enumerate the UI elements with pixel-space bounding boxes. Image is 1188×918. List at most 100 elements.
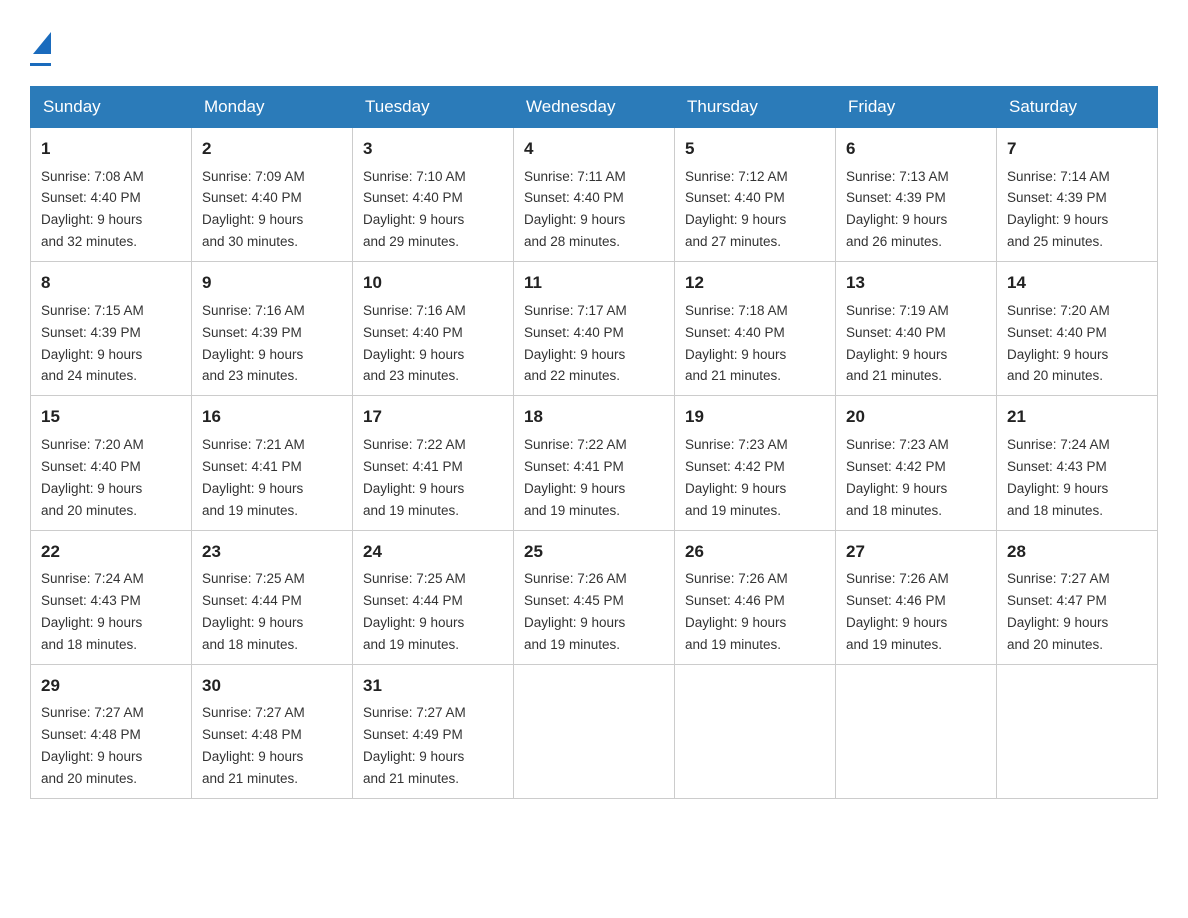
calendar-week-row: 29 Sunrise: 7:27 AMSunset: 4:48 PMDaylig… xyxy=(31,664,1158,798)
day-info: Sunrise: 7:16 AMSunset: 4:39 PMDaylight:… xyxy=(202,303,305,384)
calendar-day-cell: 29 Sunrise: 7:27 AMSunset: 4:48 PMDaylig… xyxy=(31,664,192,798)
day-number: 28 xyxy=(1007,539,1147,565)
calendar-day-cell: 30 Sunrise: 7:27 AMSunset: 4:48 PMDaylig… xyxy=(192,664,353,798)
calendar-day-cell: 8 Sunrise: 7:15 AMSunset: 4:39 PMDayligh… xyxy=(31,262,192,396)
day-number: 2 xyxy=(202,136,342,162)
day-number: 31 xyxy=(363,673,503,699)
day-number: 20 xyxy=(846,404,986,430)
day-info: Sunrise: 7:27 AMSunset: 4:48 PMDaylight:… xyxy=(202,705,305,786)
day-info: Sunrise: 7:08 AMSunset: 4:40 PMDaylight:… xyxy=(41,169,144,250)
logo xyxy=(30,30,51,66)
calendar-day-cell: 26 Sunrise: 7:26 AMSunset: 4:46 PMDaylig… xyxy=(675,530,836,664)
day-info: Sunrise: 7:12 AMSunset: 4:40 PMDaylight:… xyxy=(685,169,788,250)
day-info: Sunrise: 7:24 AMSunset: 4:43 PMDaylight:… xyxy=(1007,437,1110,518)
calendar-day-cell xyxy=(514,664,675,798)
calendar-day-cell: 3 Sunrise: 7:10 AMSunset: 4:40 PMDayligh… xyxy=(353,128,514,262)
day-number: 23 xyxy=(202,539,342,565)
calendar-table: SundayMondayTuesdayWednesdayThursdayFrid… xyxy=(30,86,1158,799)
day-number: 22 xyxy=(41,539,181,565)
day-info: Sunrise: 7:13 AMSunset: 4:39 PMDaylight:… xyxy=(846,169,949,250)
calendar-day-cell: 1 Sunrise: 7:08 AMSunset: 4:40 PMDayligh… xyxy=(31,128,192,262)
day-of-week-header: Tuesday xyxy=(353,87,514,128)
header xyxy=(30,30,1158,66)
calendar-week-row: 1 Sunrise: 7:08 AMSunset: 4:40 PMDayligh… xyxy=(31,128,1158,262)
calendar-day-cell: 15 Sunrise: 7:20 AMSunset: 4:40 PMDaylig… xyxy=(31,396,192,530)
logo-triangle-icon xyxy=(33,30,51,54)
day-number: 17 xyxy=(363,404,503,430)
day-number: 24 xyxy=(363,539,503,565)
day-number: 19 xyxy=(685,404,825,430)
day-info: Sunrise: 7:27 AMSunset: 4:47 PMDaylight:… xyxy=(1007,571,1110,652)
calendar-day-cell: 14 Sunrise: 7:20 AMSunset: 4:40 PMDaylig… xyxy=(997,262,1158,396)
day-info: Sunrise: 7:22 AMSunset: 4:41 PMDaylight:… xyxy=(524,437,627,518)
calendar-body: 1 Sunrise: 7:08 AMSunset: 4:40 PMDayligh… xyxy=(31,128,1158,799)
day-header-row: SundayMondayTuesdayWednesdayThursdayFrid… xyxy=(31,87,1158,128)
calendar-week-row: 15 Sunrise: 7:20 AMSunset: 4:40 PMDaylig… xyxy=(31,396,1158,530)
day-number: 3 xyxy=(363,136,503,162)
calendar-day-cell: 7 Sunrise: 7:14 AMSunset: 4:39 PMDayligh… xyxy=(997,128,1158,262)
day-number: 5 xyxy=(685,136,825,162)
calendar-day-cell: 12 Sunrise: 7:18 AMSunset: 4:40 PMDaylig… xyxy=(675,262,836,396)
day-number: 29 xyxy=(41,673,181,699)
day-info: Sunrise: 7:25 AMSunset: 4:44 PMDaylight:… xyxy=(202,571,305,652)
calendar-day-cell xyxy=(997,664,1158,798)
day-number: 1 xyxy=(41,136,181,162)
day-info: Sunrise: 7:17 AMSunset: 4:40 PMDaylight:… xyxy=(524,303,627,384)
day-number: 15 xyxy=(41,404,181,430)
day-info: Sunrise: 7:24 AMSunset: 4:43 PMDaylight:… xyxy=(41,571,144,652)
day-number: 8 xyxy=(41,270,181,296)
calendar-day-cell: 21 Sunrise: 7:24 AMSunset: 4:43 PMDaylig… xyxy=(997,396,1158,530)
day-of-week-header: Friday xyxy=(836,87,997,128)
day-number: 14 xyxy=(1007,270,1147,296)
day-number: 21 xyxy=(1007,404,1147,430)
day-info: Sunrise: 7:14 AMSunset: 4:39 PMDaylight:… xyxy=(1007,169,1110,250)
day-number: 27 xyxy=(846,539,986,565)
calendar-week-row: 8 Sunrise: 7:15 AMSunset: 4:39 PMDayligh… xyxy=(31,262,1158,396)
day-info: Sunrise: 7:25 AMSunset: 4:44 PMDaylight:… xyxy=(363,571,466,652)
calendar-header: SundayMondayTuesdayWednesdayThursdayFrid… xyxy=(31,87,1158,128)
calendar-day-cell: 11 Sunrise: 7:17 AMSunset: 4:40 PMDaylig… xyxy=(514,262,675,396)
day-info: Sunrise: 7:16 AMSunset: 4:40 PMDaylight:… xyxy=(363,303,466,384)
day-info: Sunrise: 7:09 AMSunset: 4:40 PMDaylight:… xyxy=(202,169,305,250)
day-info: Sunrise: 7:20 AMSunset: 4:40 PMDaylight:… xyxy=(41,437,144,518)
day-info: Sunrise: 7:23 AMSunset: 4:42 PMDaylight:… xyxy=(685,437,788,518)
day-info: Sunrise: 7:27 AMSunset: 4:48 PMDaylight:… xyxy=(41,705,144,786)
day-info: Sunrise: 7:15 AMSunset: 4:39 PMDaylight:… xyxy=(41,303,144,384)
day-info: Sunrise: 7:26 AMSunset: 4:46 PMDaylight:… xyxy=(685,571,788,652)
calendar-day-cell: 10 Sunrise: 7:16 AMSunset: 4:40 PMDaylig… xyxy=(353,262,514,396)
day-info: Sunrise: 7:10 AMSunset: 4:40 PMDaylight:… xyxy=(363,169,466,250)
calendar-day-cell: 2 Sunrise: 7:09 AMSunset: 4:40 PMDayligh… xyxy=(192,128,353,262)
day-number: 11 xyxy=(524,270,664,296)
calendar-day-cell: 13 Sunrise: 7:19 AMSunset: 4:40 PMDaylig… xyxy=(836,262,997,396)
calendar-day-cell xyxy=(675,664,836,798)
day-info: Sunrise: 7:26 AMSunset: 4:45 PMDaylight:… xyxy=(524,571,627,652)
day-info: Sunrise: 7:22 AMSunset: 4:41 PMDaylight:… xyxy=(363,437,466,518)
day-info: Sunrise: 7:11 AMSunset: 4:40 PMDaylight:… xyxy=(524,169,626,250)
calendar-day-cell: 5 Sunrise: 7:12 AMSunset: 4:40 PMDayligh… xyxy=(675,128,836,262)
day-info: Sunrise: 7:20 AMSunset: 4:40 PMDaylight:… xyxy=(1007,303,1110,384)
day-info: Sunrise: 7:23 AMSunset: 4:42 PMDaylight:… xyxy=(846,437,949,518)
calendar-day-cell: 9 Sunrise: 7:16 AMSunset: 4:39 PMDayligh… xyxy=(192,262,353,396)
calendar-week-row: 22 Sunrise: 7:24 AMSunset: 4:43 PMDaylig… xyxy=(31,530,1158,664)
day-number: 18 xyxy=(524,404,664,430)
calendar-day-cell: 22 Sunrise: 7:24 AMSunset: 4:43 PMDaylig… xyxy=(31,530,192,664)
calendar-day-cell: 23 Sunrise: 7:25 AMSunset: 4:44 PMDaylig… xyxy=(192,530,353,664)
day-info: Sunrise: 7:19 AMSunset: 4:40 PMDaylight:… xyxy=(846,303,949,384)
calendar-day-cell: 17 Sunrise: 7:22 AMSunset: 4:41 PMDaylig… xyxy=(353,396,514,530)
day-of-week-header: Thursday xyxy=(675,87,836,128)
calendar-day-cell: 20 Sunrise: 7:23 AMSunset: 4:42 PMDaylig… xyxy=(836,396,997,530)
calendar-day-cell: 27 Sunrise: 7:26 AMSunset: 4:46 PMDaylig… xyxy=(836,530,997,664)
calendar-day-cell: 6 Sunrise: 7:13 AMSunset: 4:39 PMDayligh… xyxy=(836,128,997,262)
day-number: 7 xyxy=(1007,136,1147,162)
calendar-day-cell xyxy=(836,664,997,798)
calendar-day-cell: 18 Sunrise: 7:22 AMSunset: 4:41 PMDaylig… xyxy=(514,396,675,530)
calendar-day-cell: 19 Sunrise: 7:23 AMSunset: 4:42 PMDaylig… xyxy=(675,396,836,530)
day-of-week-header: Sunday xyxy=(31,87,192,128)
day-number: 9 xyxy=(202,270,342,296)
day-number: 30 xyxy=(202,673,342,699)
day-number: 16 xyxy=(202,404,342,430)
day-number: 4 xyxy=(524,136,664,162)
calendar-day-cell: 16 Sunrise: 7:21 AMSunset: 4:41 PMDaylig… xyxy=(192,396,353,530)
day-number: 26 xyxy=(685,539,825,565)
day-number: 10 xyxy=(363,270,503,296)
